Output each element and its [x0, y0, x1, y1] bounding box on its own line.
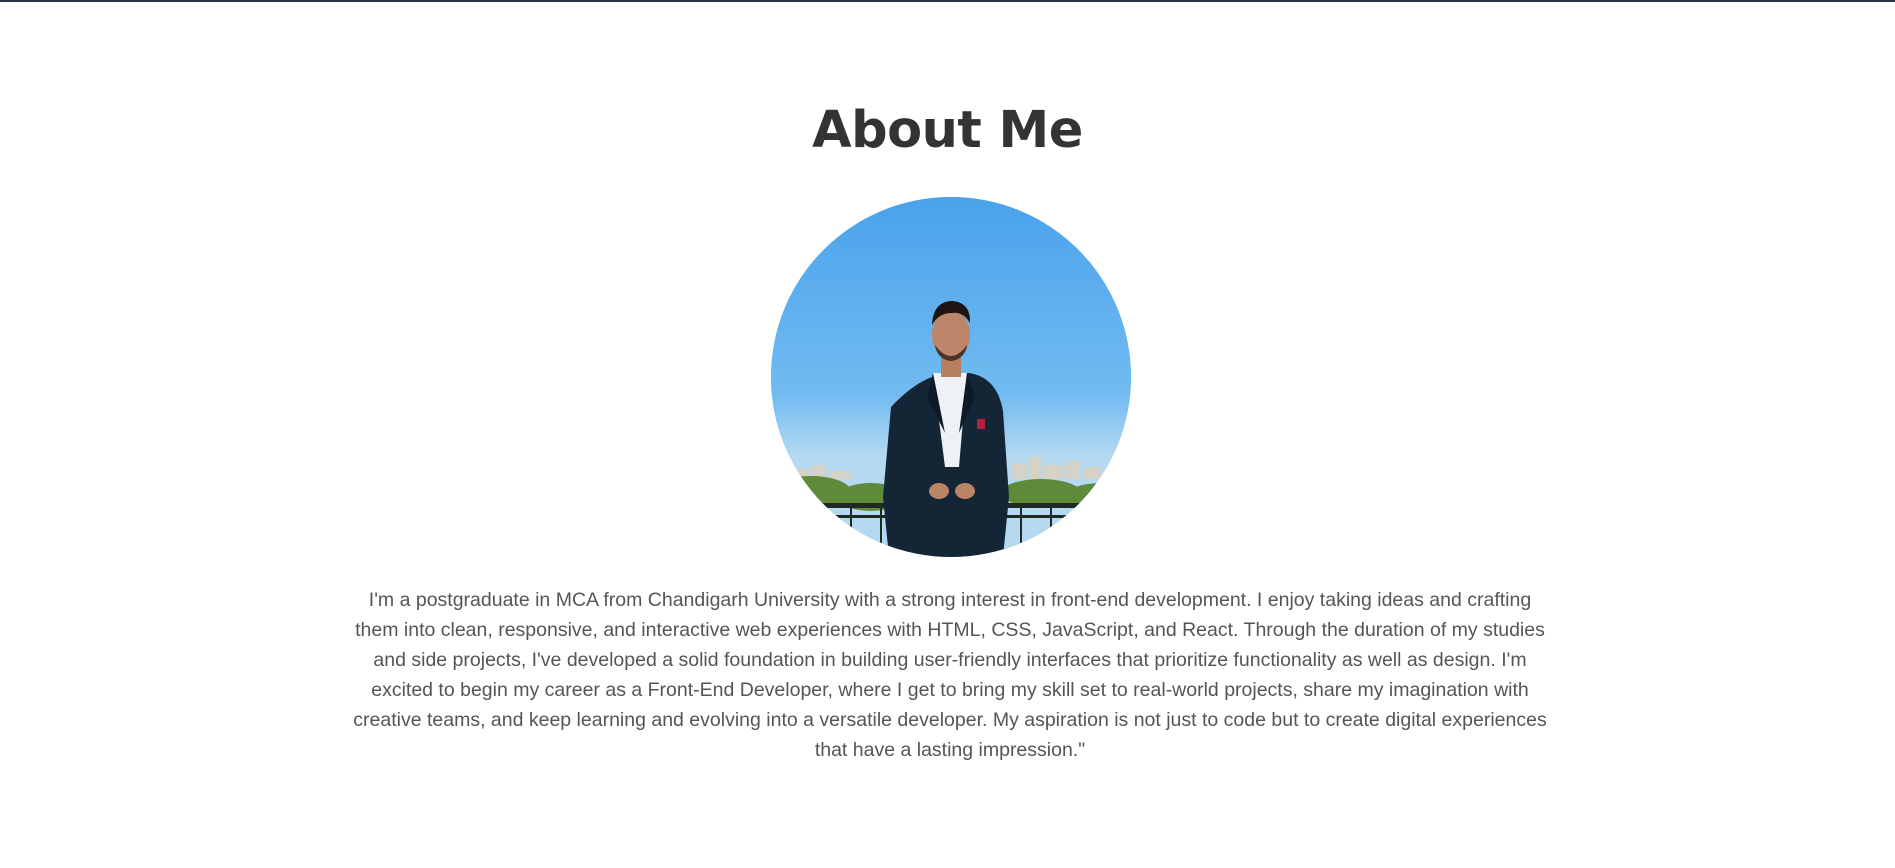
profile-photo — [771, 197, 1131, 557]
about-section: About Me I'm a postgraduate in MCA from … — [0, 0, 1895, 868]
profile-photo-illustration — [771, 197, 1131, 557]
page-title: About Me — [812, 101, 1083, 160]
about-description: I'm a postgraduate in MCA from Chandigar… — [353, 589, 1547, 761]
